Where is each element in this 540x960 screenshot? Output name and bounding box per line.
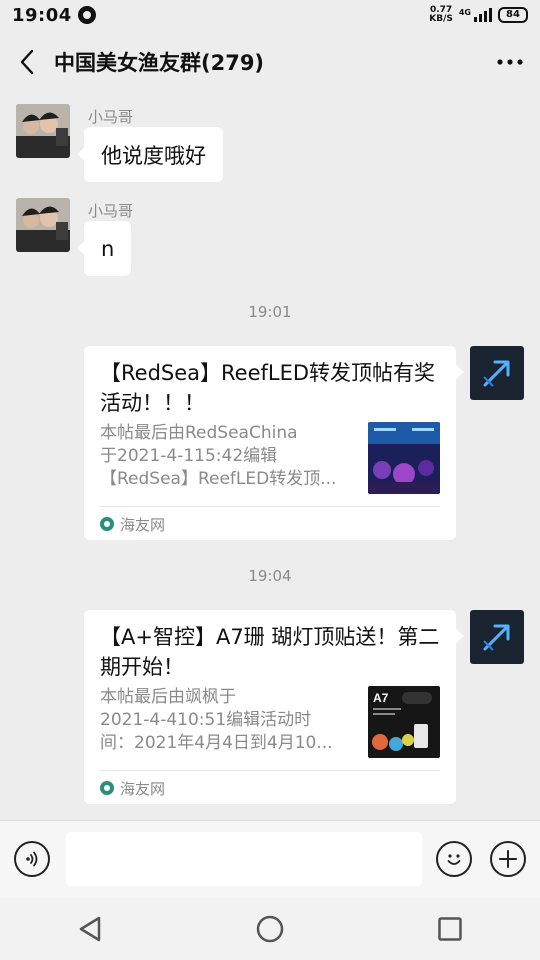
- card-title: 【RedSea】ReefLED转发顶帖有奖活动！！！: [100, 361, 436, 415]
- card-thumbnail: A7: [368, 686, 440, 758]
- site-icon: [100, 517, 114, 531]
- arrow-icon: [483, 624, 510, 651]
- signal-icon: 4G: [459, 8, 492, 22]
- card-description-line: 本帖最后由RedSeaChina: [100, 423, 298, 443]
- card-description-line: 于2021-4-115:42编辑: [100, 446, 278, 466]
- card-description: 本帖最后由RedSeaChina 于2021-4-115:42编辑 【RedSe…: [100, 422, 348, 494]
- card-thumbnail: [368, 422, 440, 494]
- site-icon: [100, 781, 114, 795]
- more-horizontal-icon: [497, 59, 523, 65]
- card-description-line: 2021-4-410:51编辑活动时: [100, 710, 312, 730]
- timestamp: 19:01: [248, 303, 292, 321]
- input-bar: [0, 820, 540, 898]
- status-time: 19:04: [12, 4, 72, 26]
- app-notification-icon: [77, 6, 96, 24]
- card-title: 【A+智控】A7珊 瑚灯顶贴送！第二期开始！: [100, 625, 440, 679]
- link-card[interactable]: 【RedSea】ReefLED转发顶帖有奖活动！！！ 本帖最后由RedSeaCh…: [84, 346, 464, 541]
- message-bubble[interactable]: 他说度哦好: [77, 127, 223, 182]
- bot-avatar[interactable]: [470, 610, 524, 664]
- chevron-left-icon: [20, 49, 34, 75]
- message-list[interactable]: 小马哥 他说度哦好 小马哥 n 19:01 【RedSea】ReefLED转发顶…: [0, 94, 540, 820]
- chat-title: 中国美女渔友群(279): [54, 51, 265, 75]
- triangle-back-icon: [79, 916, 101, 942]
- sender-avatar[interactable]: [16, 104, 70, 158]
- battery-level: 84: [506, 9, 520, 20]
- emoji-button[interactable]: [436, 841, 472, 877]
- message-input[interactable]: [66, 832, 422, 886]
- nav-recents-button[interactable]: [420, 904, 480, 954]
- system-nav-bar: [0, 898, 540, 960]
- more-actions-button[interactable]: [490, 841, 526, 877]
- network-type: 4G: [458, 8, 471, 17]
- back-button[interactable]: [0, 30, 54, 94]
- more-button[interactable]: [480, 30, 540, 94]
- message-bubble[interactable]: n: [76, 221, 132, 276]
- card-description: 本帖最后由飒枫于 2021-4-410:51编辑活动时 间：2021年4月4日到…: [100, 686, 348, 758]
- sender-name: 小马哥: [88, 202, 134, 220]
- link-card[interactable]: 【A+智控】A7珊 瑚灯顶贴送！第二期开始！ 本帖最后由飒枫于 2021-4-4…: [84, 610, 464, 805]
- nav-back-button[interactable]: [60, 904, 120, 954]
- card-description-line: 【RedSea】ReefLED转发顶...: [100, 469, 337, 489]
- network-speed-unit: KB/S: [429, 14, 453, 24]
- message-text: 他说度哦好: [101, 143, 206, 168]
- status-bar: 19:04 0.77 KB/S 4G 84: [0, 0, 540, 30]
- card-description-line: 间：2021年4月4日到4月10...: [100, 733, 333, 753]
- arrow-icon: [483, 360, 510, 387]
- sender-avatar[interactable]: [16, 198, 70, 252]
- timestamp: 19:04: [248, 567, 292, 585]
- bot-avatar[interactable]: [470, 346, 524, 400]
- thumb-label: A7: [373, 691, 389, 705]
- square-recents-icon: [438, 917, 462, 941]
- sender-name: 小马哥: [88, 108, 134, 126]
- card-source: 海友网: [100, 506, 440, 541]
- network-speed: 0.77 KB/S: [429, 6, 453, 24]
- card-source-name: 海友网: [120, 515, 166, 534]
- voice-button[interactable]: [14, 841, 50, 877]
- voice-icon: [26, 851, 38, 867]
- message-text: n: [101, 236, 115, 261]
- circle-home-icon: [256, 915, 284, 943]
- card-description-line: 本帖最后由飒枫于: [100, 687, 236, 707]
- card-source-name: 海友网: [120, 779, 166, 798]
- emoji-icon: [447, 854, 461, 865]
- battery-icon: 84: [498, 7, 528, 23]
- card-source: 海友网: [100, 770, 440, 805]
- nav-home-button[interactable]: [240, 904, 300, 954]
- chat-header: 中国美女渔友群(279): [0, 30, 540, 94]
- plus-icon: [499, 850, 517, 868]
